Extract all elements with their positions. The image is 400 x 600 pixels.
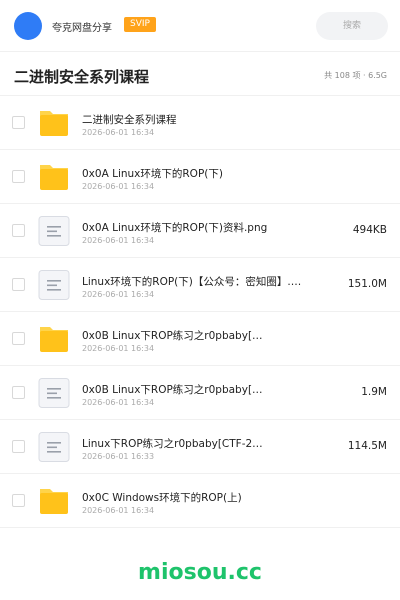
item-name: 0x0B Linux下ROP练习之r0pbaby[… <box>82 330 263 342</box>
folder-icon <box>38 108 70 138</box>
item-date: 2026-06-01 16:34 <box>82 182 155 191</box>
folder-summary: 共 108 项 · 6.5G <box>324 71 387 80</box>
site-watermark: miosou.cc <box>138 560 262 585</box>
item-size: 1.9M <box>361 386 387 398</box>
page-title: 二进制安全系列课程 <box>14 68 150 86</box>
item-name: 0x0B Linux下ROP练习之r0pbaby[… <box>82 384 263 396</box>
list-item[interactable]: 0x0A Linux环境下的ROP(下)资料.png 2026-06-01 16:… <box>0 204 400 258</box>
item-name: 0x0C Windows环境下的ROP(上) <box>82 492 242 504</box>
list-item[interactable]: Linux下ROP练习之r0pbaby[CTF-2… 2026-06-01 16:… <box>0 420 400 474</box>
folder-icon <box>38 324 70 354</box>
list-item[interactable]: 0x0A Linux环境下的ROP(下) 2026-06-01 16:34 <box>0 150 400 204</box>
folder-title-bar: 二进制安全系列课程 共 108 项 · 6.5G <box>0 56 400 96</box>
top-bar: 夸克网盘分享 SVIP 搜索 <box>0 0 400 52</box>
item-date: 2026-06-01 16:34 <box>82 344 155 353</box>
search-input[interactable]: 搜索 <box>316 12 388 40</box>
item-date: 2026-06-01 16:34 <box>82 290 155 299</box>
item-date: 2026-06-01 16:34 <box>82 398 155 407</box>
item-size: 494KB <box>352 224 387 236</box>
share-page: 夸克网盘分享 SVIP 搜索 二进制安全系列课程 共 108 项 · 6.5G … <box>0 0 400 600</box>
item-date: 2026-06-01 16:34 <box>82 236 155 245</box>
list-item[interactable]: 0x0B Linux下ROP练习之r0pbaby[… 2026-06-01 16:… <box>0 366 400 420</box>
item-name: Linux下ROP练习之r0pbaby[CTF-2… <box>82 438 263 450</box>
item-date: 2026-06-01 16:33 <box>82 452 155 461</box>
select-checkbox[interactable] <box>12 332 25 345</box>
select-checkbox[interactable] <box>12 440 25 453</box>
document-icon <box>38 216 70 246</box>
item-size: 151.0M <box>347 278 387 290</box>
document-icon <box>38 432 70 462</box>
document-icon <box>38 378 70 408</box>
file-list: 二进制安全系列课程 2026-06-01 16:34 0x0A Linux环境下的R… <box>0 96 400 528</box>
owner-name: 夸克网盘分享 <box>52 23 112 34</box>
item-name: 0x0A Linux环境下的ROP(下)资料.png <box>82 222 268 234</box>
select-checkbox[interactable] <box>12 494 25 507</box>
item-date: 2026-06-01 16:34 <box>82 506 155 515</box>
item-date: 2026-06-01 16:34 <box>82 128 155 137</box>
select-checkbox[interactable] <box>12 386 25 399</box>
item-name: 二进制安全系列课程 <box>82 114 177 126</box>
list-item[interactable]: 0x0C Windows环境下的ROP(上) 2026-06-01 16:34 <box>0 474 400 528</box>
folder-icon <box>38 162 70 192</box>
select-checkbox[interactable] <box>12 170 25 183</box>
select-checkbox[interactable] <box>12 116 25 129</box>
item-size: 114.5M <box>347 440 387 452</box>
list-item[interactable]: 二进制安全系列课程 2026-06-01 16:34 <box>0 96 400 150</box>
select-checkbox[interactable] <box>12 224 25 237</box>
item-name: Linux环境下的ROP(下)【公众号：密知圈】.… <box>82 276 302 288</box>
document-icon <box>38 270 70 300</box>
list-item[interactable]: Linux环境下的ROP(下)【公众号：密知圈】.… 2026-06-01 16:… <box>0 258 400 312</box>
folder-icon <box>38 486 70 516</box>
item-name: 0x0A Linux环境下的ROP(下) <box>82 168 223 180</box>
svip-badge: SVIP <box>124 17 156 32</box>
select-checkbox[interactable] <box>12 278 25 291</box>
list-item[interactable]: 0x0B Linux下ROP练习之r0pbaby[… 2026-06-01 16:… <box>0 312 400 366</box>
avatar[interactable] <box>14 12 42 40</box>
